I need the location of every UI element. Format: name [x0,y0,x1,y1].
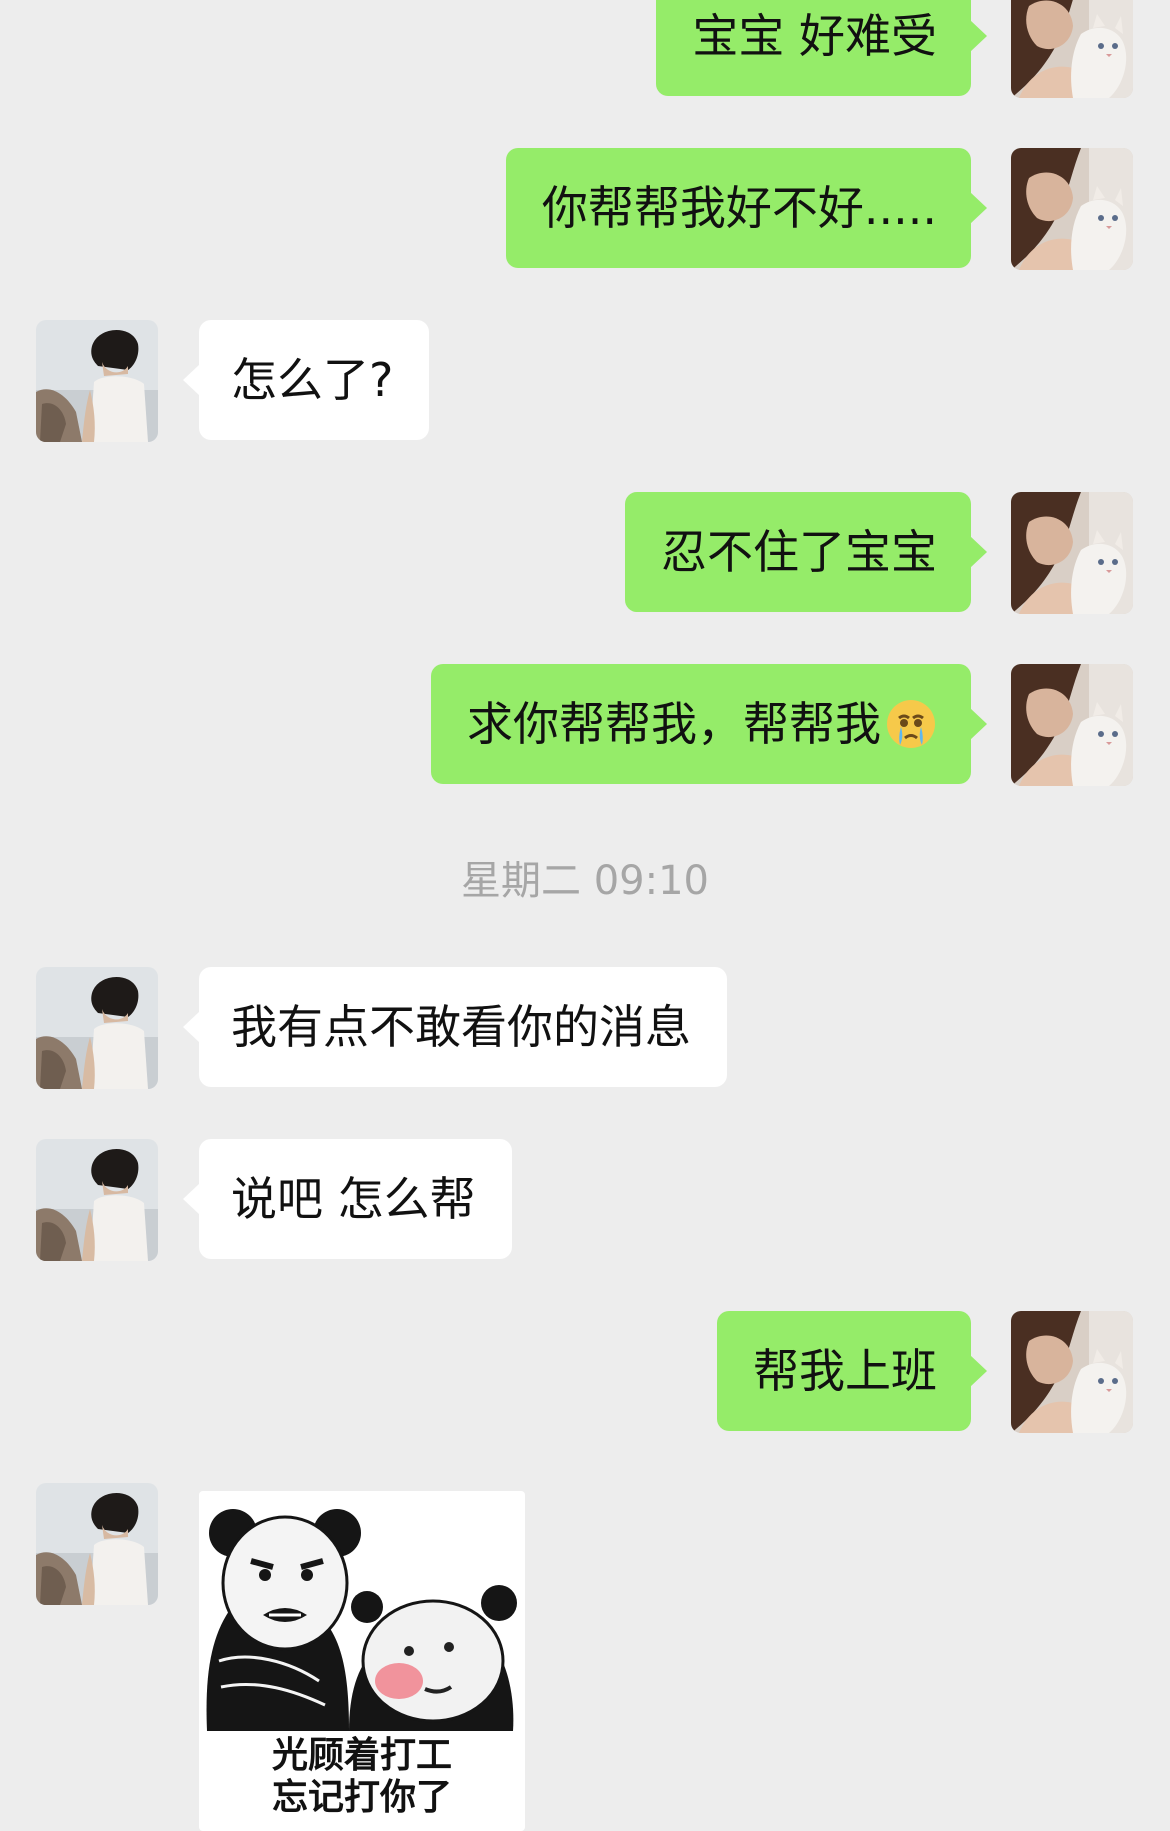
message-bubble-incoming[interactable]: 我有点不敢看你的消息 [183,967,727,1087]
man-at-sea-avatar-icon[interactable] [36,1483,158,1605]
message-bubble-outgoing[interactable]: 你帮帮我好不好..... [505,148,988,268]
message-bubble-incoming[interactable]: 说吧 怎么帮 [183,1139,512,1259]
message-bubble-outgoing[interactable]: 忍不住了宝宝 [625,492,987,612]
woman-with-cat-avatar-icon[interactable] [1011,664,1133,786]
woman-with-cat-avatar-icon[interactable] [1011,0,1133,98]
sticker-caption-line-2: 忘记打你了 [271,1777,452,1818]
man-at-sea-avatar-icon[interactable] [36,1139,158,1261]
message-bubble-incoming[interactable]: 怎么了? [182,320,430,440]
woman-with-cat-avatar-icon[interactable] [1011,148,1133,270]
man-at-sea-avatar-icon[interactable] [36,320,158,442]
message-bubble-outgoing[interactable]: 求你帮帮我，帮帮我 [431,664,987,784]
man-at-sea-avatar-icon[interactable] [36,967,158,1089]
panda-meme-sticker[interactable]: 光顾着打工 忘记打你了 [199,1491,525,1831]
woman-with-cat-avatar-icon[interactable] [1011,492,1133,614]
message-bubble-outgoing[interactable]: 宝宝 好难受 [656,0,987,96]
woman-with-cat-avatar-icon[interactable] [1011,1311,1133,1433]
message-bubble-outgoing[interactable]: 帮我上班 [717,1311,987,1431]
message-timestamp: 星期二 09:10 [461,858,709,904]
crying-face-emoji-icon [885,674,937,794]
message-text: 求你帮帮我，帮帮我 [467,697,881,751]
panda-meme-image [206,1509,517,1731]
chat-window[interactable]: 宝宝 好难受 你帮帮我好不好..... 怎么了? 忍不住了宝宝 求你帮帮我，帮帮… [0,0,1170,1831]
sticker-caption-line-1: 光顾着打工 [271,1735,452,1776]
